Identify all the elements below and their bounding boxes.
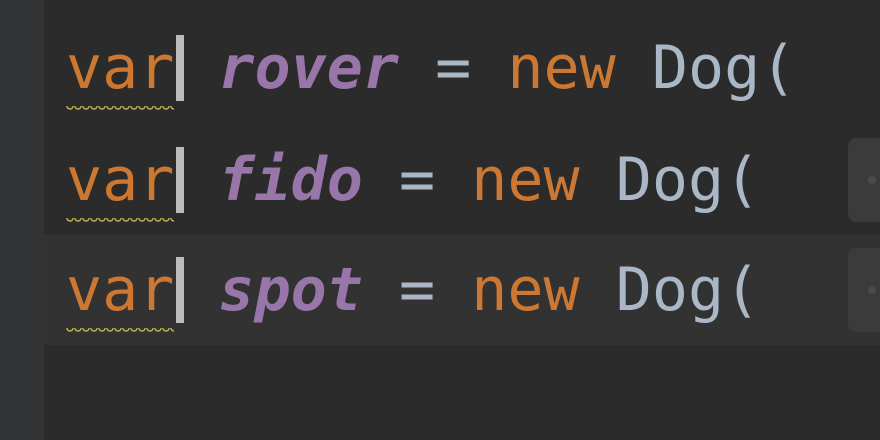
hint-dot-icon (868, 286, 876, 294)
variable-identifier[interactable]: fido (218, 150, 363, 210)
code-editor[interactable]: var rover = new Dog( var fido = new Dog( v… (0, 0, 880, 440)
class-constructor-call[interactable]: Dog( (616, 260, 761, 320)
variable-identifier[interactable]: spot (218, 260, 363, 320)
new-keyword: new (471, 144, 580, 215)
class-constructor-call[interactable]: Dog( (616, 150, 761, 210)
new-keyword: new (471, 254, 580, 325)
editor-gutter[interactable] (0, 0, 44, 440)
assignment-operator: = (399, 254, 436, 325)
assignment-operator: = (435, 32, 472, 103)
code-line-3[interactable]: var spot = new Dog( (44, 234, 880, 345)
code-line-2[interactable]: var fido = new Dog( (44, 124, 880, 235)
text-caret (176, 146, 185, 213)
parameter-hint[interactable] (848, 138, 880, 222)
class-constructor-call[interactable]: Dog( (652, 38, 797, 98)
var-keyword[interactable]: var (66, 38, 175, 112)
code-area[interactable]: var rover = new Dog( var fido = new Dog( v… (44, 0, 880, 440)
var-keyword[interactable]: var (66, 260, 175, 334)
code-line-1[interactable]: var rover = new Dog( (44, 12, 880, 123)
variable-identifier[interactable]: rover (218, 38, 399, 98)
text-caret (176, 256, 185, 323)
new-keyword: new (507, 32, 616, 103)
hint-dot-icon (868, 176, 876, 184)
parameter-hint[interactable] (848, 248, 880, 332)
assignment-operator: = (399, 144, 436, 215)
text-caret (176, 34, 185, 101)
var-keyword[interactable]: var (66, 150, 175, 224)
